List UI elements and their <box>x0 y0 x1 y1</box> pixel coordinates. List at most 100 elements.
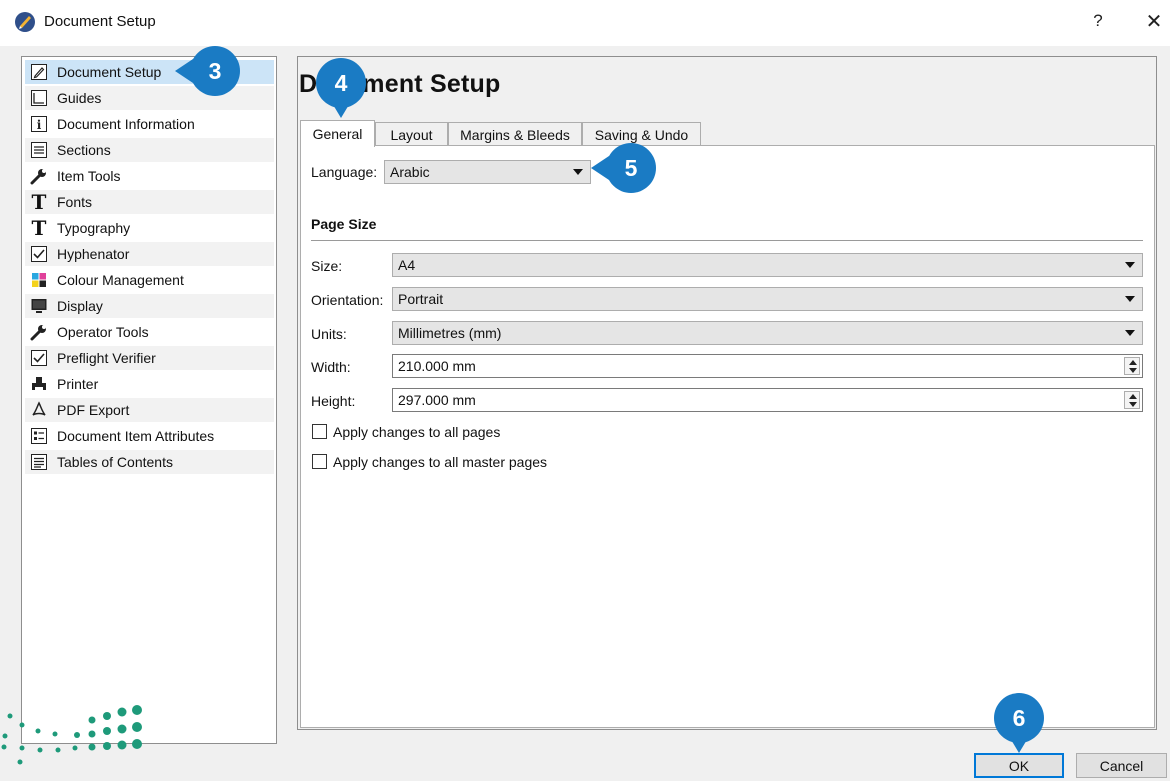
checkbox-icon <box>29 348 49 368</box>
typography-icon: T <box>29 218 49 238</box>
orientation-label: Orientation: <box>311 292 384 308</box>
sidebar-item-operator-tools[interactable]: Operator Tools <box>25 320 274 344</box>
sidebar-item-tables-of-contents[interactable]: Tables of Contents <box>25 450 274 474</box>
chevron-down-icon <box>1125 262 1135 268</box>
sidebar-item-label: Preflight Verifier <box>57 350 156 366</box>
sidebar-item-item-tools[interactable]: Item Tools <box>25 164 274 188</box>
page-size-divider <box>311 240 1143 241</box>
sidebar-item-typography[interactable]: T Typography <box>25 216 274 240</box>
scribus-app-icon <box>15 12 35 32</box>
width-label: Width: <box>311 359 351 375</box>
info-icon: i <box>29 114 49 134</box>
help-button[interactable]: ? <box>1088 11 1108 33</box>
arrow-up-icon <box>1129 394 1137 399</box>
sidebar-item-label: Tables of Contents <box>57 454 173 470</box>
callout-5: 5 <box>606 143 656 193</box>
units-value: Millimetres (mm) <box>398 325 502 341</box>
window-title: Document Setup <box>44 13 156 30</box>
guides-icon <box>29 88 49 108</box>
sidebar-item-hyphenator[interactable]: Hyphenator <box>25 242 274 266</box>
sidebar-item-pdf-export[interactable]: PDF Export <box>25 398 274 422</box>
size-select[interactable]: A4 <box>392 253 1143 277</box>
wrench-icon <box>29 322 49 342</box>
chevron-down-icon <box>1125 296 1135 302</box>
sidebar-item-label: Document Setup <box>57 64 162 80</box>
language-select[interactable]: Arabic <box>384 160 591 184</box>
tab-saving-undo[interactable]: Saving & Undo <box>582 122 701 146</box>
arrow-down-icon <box>1129 368 1137 373</box>
sidebar-item-label: Guides <box>57 90 102 106</box>
size-value: A4 <box>398 257 416 273</box>
title-bar: Document Setup ? ✕ <box>0 0 1170 46</box>
sidebar-item-label: Typography <box>57 220 131 236</box>
tab-margins-bleeds[interactable]: Margins & Bleeds <box>448 122 582 146</box>
language-value: Arabic <box>390 164 430 180</box>
orientation-select[interactable]: Portrait <box>392 287 1143 311</box>
apply-all-master-pages-label: Apply changes to all master pages <box>333 454 548 470</box>
sidebar-item-label: Colour Management <box>57 272 184 288</box>
height-label: Height: <box>311 393 356 409</box>
sidebar-item-label: Document Information <box>57 116 195 132</box>
sidebar-item-preflight-verifier[interactable]: Preflight Verifier <box>25 346 274 370</box>
sidebar-item-label: Hyphenator <box>57 246 130 262</box>
printer-icon <box>29 374 49 394</box>
width-stepper[interactable] <box>1124 357 1140 375</box>
svg-text:T: T <box>32 218 47 238</box>
size-label: Size: <box>311 258 343 274</box>
orientation-value: Portrait <box>398 291 444 307</box>
width-spinbox[interactable]: 210.000 mm <box>392 354 1143 378</box>
sidebar-item-label: PDF Export <box>57 402 130 418</box>
tab-general[interactable]: General <box>300 120 375 147</box>
dotted-logo-icon <box>1 705 142 765</box>
units-select[interactable]: Millimetres (mm) <box>392 321 1143 345</box>
apply-all-master-pages-checkbox[interactable] <box>312 454 327 469</box>
callout-6: 6 <box>994 693 1044 743</box>
close-button[interactable]: ✕ <box>1142 9 1166 33</box>
sidebar-item-label: Sections <box>57 142 111 158</box>
pdf-icon <box>29 400 49 420</box>
height-stepper[interactable] <box>1124 391 1140 409</box>
colour-management-icon <box>29 270 49 290</box>
width-value: 210.000 mm <box>398 358 476 374</box>
sidebar-item-display[interactable]: Display <box>25 294 274 318</box>
font-icon: T <box>29 192 49 212</box>
sidebar-item-label: Printer <box>57 376 99 392</box>
apply-all-pages-label: Apply changes to all pages <box>333 424 501 440</box>
document-setup-icon <box>29 62 49 82</box>
sidebar-item-sections[interactable]: Sections <box>25 138 274 162</box>
sidebar-item-document-item-attributes[interactable]: Document Item Attributes <box>25 424 274 448</box>
arrow-down-icon <box>1129 402 1137 407</box>
page-size-heading: Page Size <box>311 216 377 232</box>
sidebar-item-printer[interactable]: Printer <box>25 372 274 396</box>
checkbox-icon <box>29 244 49 264</box>
sidebar-item-label: Document Item Attributes <box>57 428 215 444</box>
sidebar-item-colour-management[interactable]: Colour Management <box>25 268 274 292</box>
sidebar-item-label: Display <box>57 298 103 314</box>
ok-button[interactable]: OK <box>974 753 1064 778</box>
height-value: 297.000 mm <box>398 392 476 408</box>
chevron-down-icon <box>573 169 583 175</box>
wrench-icon <box>29 166 49 186</box>
sidebar-item-label: Fonts <box>57 194 93 210</box>
arrow-up-icon <box>1129 360 1137 365</box>
sidebar-item-document-information[interactable]: i Document Information <box>25 112 274 136</box>
chevron-down-icon <box>1125 330 1135 336</box>
height-spinbox[interactable]: 297.000 mm <box>392 388 1143 412</box>
monitor-icon <box>29 296 49 316</box>
sections-icon <box>29 140 49 160</box>
language-label: Language: <box>311 164 378 180</box>
sidebar-item-label: Operator Tools <box>57 324 149 340</box>
settings-sidebar: Document Setup Guides i Document Informa… <box>21 56 277 744</box>
toc-icon <box>29 452 49 472</box>
svg-text:i: i <box>37 118 42 132</box>
callout-4: 4 <box>316 58 366 108</box>
callout-3: 3 <box>190 46 240 96</box>
units-label: Units: <box>311 326 347 342</box>
attributes-icon <box>29 426 49 446</box>
sidebar-item-fonts[interactable]: T Fonts <box>25 190 274 214</box>
apply-all-pages-checkbox[interactable] <box>312 424 327 439</box>
cancel-button[interactable]: Cancel <box>1076 753 1167 778</box>
sidebar-item-guides[interactable]: Guides <box>25 86 274 110</box>
tab-layout[interactable]: Layout <box>375 122 448 146</box>
svg-text:T: T <box>32 192 47 212</box>
